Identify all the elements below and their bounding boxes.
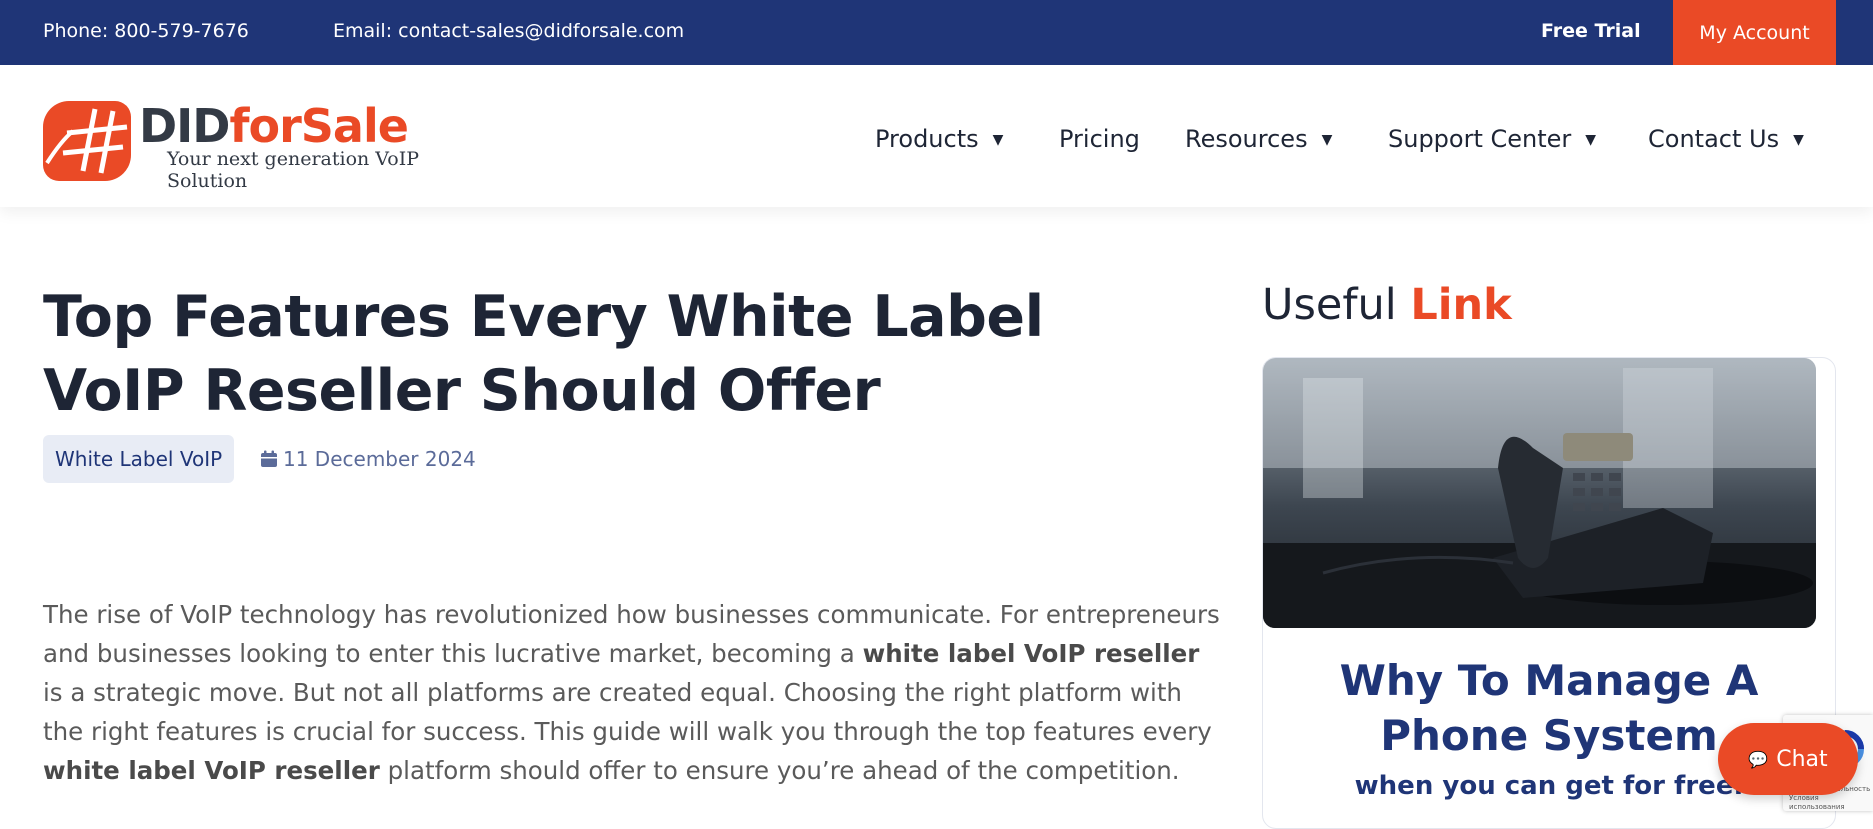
calendar-icon [261, 450, 277, 467]
sidebar-heading: Useful Link [1262, 280, 1512, 330]
intro-keyword-1: white label VoIP reseller [862, 639, 1200, 668]
phone-number[interactable]: Phone: 800-579-7676 [43, 20, 249, 42]
nav-item-label: Support Center [1388, 125, 1572, 153]
logo-word-forsale: forSale [229, 99, 408, 153]
chevron-down-icon: ▼ [992, 132, 1004, 148]
chat-button-label: Chat [1776, 746, 1828, 772]
email-address[interactable]: Email: contact-sales@didforsale.com [333, 20, 684, 42]
logo-tagline: Your next generation VoIP Solution [167, 148, 419, 192]
my-account-button[interactable]: My Account [1673, 0, 1836, 65]
nav-item-resources[interactable]: Resources ▼ [1185, 125, 1332, 153]
nav-item-products[interactable]: Products ▼ [875, 125, 1003, 153]
intro-text-2: is a strategic move. But not all platfor… [43, 678, 1212, 746]
chevron-down-icon: ▼ [1585, 132, 1597, 148]
post-date: 11 December 2024 [260, 447, 476, 471]
free-trial-link[interactable]: Free Trial [1541, 20, 1641, 42]
recaptcha-terms-link[interactable]: Условия использования [1789, 794, 1873, 812]
desk-phone-image [1263, 358, 1816, 628]
category-badge[interactable]: White Label VoIP [43, 435, 235, 483]
nav-item-label: Products [875, 125, 979, 153]
article-title: Top Features Every White Label VoIP Rese… [43, 284, 1044, 424]
sidebar-heading-highlight: Link [1410, 280, 1512, 330]
intro-keyword-2: white label VoIP reseller [43, 756, 380, 785]
nav-item-support-center[interactable]: Support Center ▼ [1388, 125, 1596, 153]
nav-item-label: Contact Us [1648, 125, 1780, 153]
post-date-text: 11 December 2024 [283, 447, 476, 471]
logo-word-did: DID [139, 99, 230, 153]
chevron-down-icon: ▼ [1793, 132, 1804, 148]
intro-text-3: platform should offer to ensure you’re a… [379, 756, 1180, 785]
site-logo[interactable]: DIDforSale Your next generation VoIP Sol… [43, 99, 473, 192]
chat-button[interactable]: 💬 Chat [1718, 723, 1858, 795]
nav-item-pricing[interactable]: Pricing [1059, 125, 1140, 153]
top-contact-bar: Phone: 800-579-7676 Email: contact-sales… [0, 0, 1873, 65]
chat-bubble-icon: 💬 [1748, 749, 1769, 769]
chevron-down-icon: ▼ [1321, 132, 1333, 148]
sidebar-heading-plain: Useful [1262, 280, 1411, 330]
logo-hash-icon [43, 101, 131, 181]
nav-item-contact-us[interactable]: Contact Us ▼ [1648, 125, 1804, 153]
logo-wordmark: DIDforSale [139, 99, 409, 153]
nav-item-label: Pricing [1059, 125, 1140, 153]
nav-item-label: Resources [1185, 125, 1308, 153]
article-intro: The rise of VoIP technology has revoluti… [43, 595, 1223, 790]
